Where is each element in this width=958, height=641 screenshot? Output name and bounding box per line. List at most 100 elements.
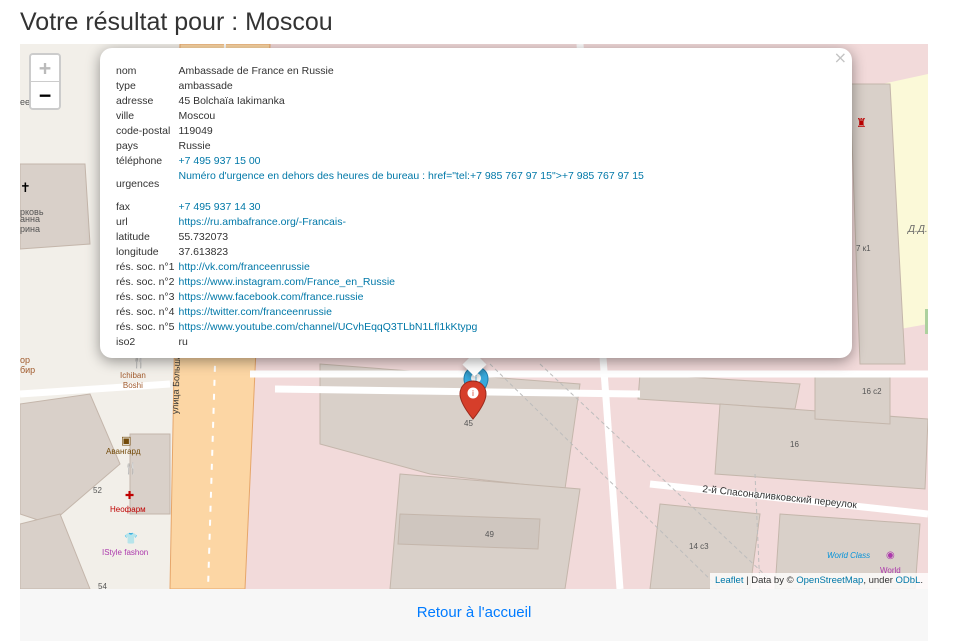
svg-text:i: i	[472, 389, 474, 398]
building-number: 45	[464, 419, 473, 428]
popup-row: latitude 55.732073	[116, 230, 644, 245]
church-icon: ✝	[20, 180, 31, 195]
popup-value: 119049	[178, 125, 213, 137]
map-edge-label: Д.Д.	[908, 224, 928, 235]
popup-value: 45 Bolchaïa Iakimanka	[178, 95, 285, 107]
building-number: 49	[485, 530, 494, 539]
zoom-in-button[interactable]: +	[31, 55, 59, 82]
social-link-twitter[interactable]: https://twitter.com/franceenrussie	[178, 306, 331, 318]
popup-row: rés. soc. n°4 https://twitter.com/francee…	[116, 305, 644, 320]
popup-key: type	[116, 80, 136, 92]
pharmacy-icon: ✚	[125, 490, 135, 502]
popup-row: nom Ambassade de France en Russie	[116, 64, 644, 79]
info-marker-red[interactable]: i	[459, 380, 487, 420]
social-link-youtube[interactable]: https://www.youtube.com/channel/UCvhEqqQ…	[178, 321, 477, 333]
poi-label-ichiban-line1: Ichiban	[120, 371, 146, 380]
popup-row: adresse 45 Bolchaïa Iakimanka	[116, 94, 644, 109]
poi-label-world-class: World Class	[827, 551, 871, 560]
dentist-icon: ♜	[856, 116, 867, 130]
page-title: Votre résultat pour : Moscou	[20, 8, 333, 36]
zoom-out-button[interactable]: −	[31, 82, 59, 108]
popup-close-button[interactable]: ×	[834, 50, 847, 66]
popup-value: Ambassade de France en Russie	[178, 65, 334, 77]
attribution-sep: | Data by ©	[743, 575, 797, 586]
popup-key: pays	[116, 140, 139, 152]
popup-key: rés. soc. n°1	[116, 261, 175, 273]
osm-link[interactable]: OpenStreetMap	[796, 575, 863, 586]
cinema-icon: ▣	[121, 435, 132, 447]
social-link-vk[interactable]: http://vk.com/franceenrussie	[178, 261, 309, 273]
map-edge-label: бир	[20, 365, 36, 375]
map-edge-label: ор	[20, 355, 31, 365]
popup-row: pays Russie	[116, 139, 644, 154]
poi-label-neofarm: Неофарм	[110, 505, 146, 514]
popup-row: code-postal 119049	[116, 124, 644, 139]
popup-key: ville	[116, 110, 135, 122]
popup-key: fax	[116, 201, 131, 213]
popup-row: url https://ru.ambafrance.org/-Francais-	[116, 215, 644, 230]
map[interactable]: улица Большая Якиманка 2-й Спасоналивков…	[20, 44, 928, 589]
poi-label-ichiban: Ichiban Boshi	[120, 371, 146, 391]
leaflet-link[interactable]: Leaflet	[715, 575, 744, 586]
attribution-under: , under	[863, 575, 896, 586]
popup-row: fax +7 495 937 14 30	[116, 200, 644, 215]
fax-link[interactable]: +7 495 937 14 30	[178, 201, 260, 213]
popup-key: téléphone	[116, 155, 163, 167]
building-number: 16	[790, 440, 799, 449]
popup-key: adresse	[116, 95, 154, 107]
attribution-end: .	[920, 575, 923, 586]
poi-label-ichiban-line2: Boshi	[122, 381, 143, 390]
popup-value: 55.732073	[178, 231, 229, 243]
popup-key: rés. soc. n°2	[116, 276, 175, 288]
building-number: 16 с2	[862, 387, 882, 396]
popup-row: rés. soc. n°3 https://www.facebook.com/fr…	[116, 290, 644, 305]
popup-row: urgences Numéro d'urgence en dehors des h…	[116, 169, 644, 200]
popup-row: type ambassade	[116, 79, 644, 94]
social-link-facebook[interactable]: https://www.facebook.com/france.russie	[178, 291, 363, 303]
popup-value: ru	[178, 336, 188, 348]
clothes-shop-icon: 👕	[124, 533, 138, 545]
popup-row: téléphone +7 495 937 15 00	[116, 154, 644, 169]
sports-icon: ◉	[886, 550, 895, 561]
popup-key: urgences	[116, 178, 160, 190]
popup-row: longitude 37.613823	[116, 245, 644, 260]
back-home-link[interactable]: Retour à l'accueil	[20, 604, 928, 621]
map-edge-label: рина	[20, 224, 41, 234]
building-number: 54	[98, 582, 107, 589]
popup-row: rés. soc. n°1 http://vk.com/franceenrussi…	[116, 260, 644, 275]
popup-key: url	[116, 216, 128, 228]
poi-label-avangard: Авангард	[106, 447, 141, 456]
popup-key: rés. soc. n°4	[116, 306, 175, 318]
popup-key: iso2	[116, 336, 136, 348]
popup-row: rés. soc. n°2 https://www.instagram.com/F…	[116, 275, 644, 290]
popup-value: ambassade	[178, 80, 233, 92]
popup-details-table: nom Ambassade de France en Russie type amb…	[116, 64, 644, 350]
popup-value: 37.613823	[178, 246, 229, 258]
website-link[interactable]: https://ru.ambafrance.org/-Francais-	[178, 216, 345, 228]
popup-key: rés. soc. n°3	[116, 291, 175, 303]
popup-value: Moscou	[178, 110, 216, 122]
building-number: 52	[93, 486, 102, 495]
popup-key: rés. soc. n°5	[116, 321, 175, 333]
popup-row: rés. soc. n°5 https://www.youtube.com/cha…	[116, 320, 644, 335]
popup-row: ville Moscou	[116, 109, 644, 124]
poi-label-istyle: IStyle fashon	[102, 548, 149, 557]
map-attribution: Leaflet | Data by © OpenStreetMap, under…	[709, 573, 928, 589]
popup-value: Russie	[178, 140, 211, 152]
odbl-link[interactable]: ODbL	[896, 575, 921, 586]
restaurant-icon: 🍴	[124, 463, 138, 475]
phone-link[interactable]: +7 495 937 15 00	[178, 155, 260, 167]
map-edge-label: анна	[20, 214, 40, 224]
popup-key: code-postal	[116, 125, 171, 137]
popup-key: nom	[116, 65, 137, 77]
popup-key: longitude	[116, 246, 159, 258]
info-popup: × nom Ambassade de France en Russie type a…	[100, 48, 852, 358]
social-link-instagram[interactable]: https://www.instagram.com/France_en_Russ…	[178, 276, 395, 288]
popup-key: latitude	[116, 231, 150, 243]
zoom-control: + −	[29, 53, 61, 110]
footer: Retour à l'accueil	[20, 589, 928, 641]
popup-row: iso2 ru	[116, 335, 644, 350]
building-number: 7 к1	[856, 244, 871, 253]
building-number: 14 с3	[689, 542, 709, 551]
emergency-phone-link[interactable]: Numéro d'urgence en dehors des heures de…	[178, 170, 643, 182]
